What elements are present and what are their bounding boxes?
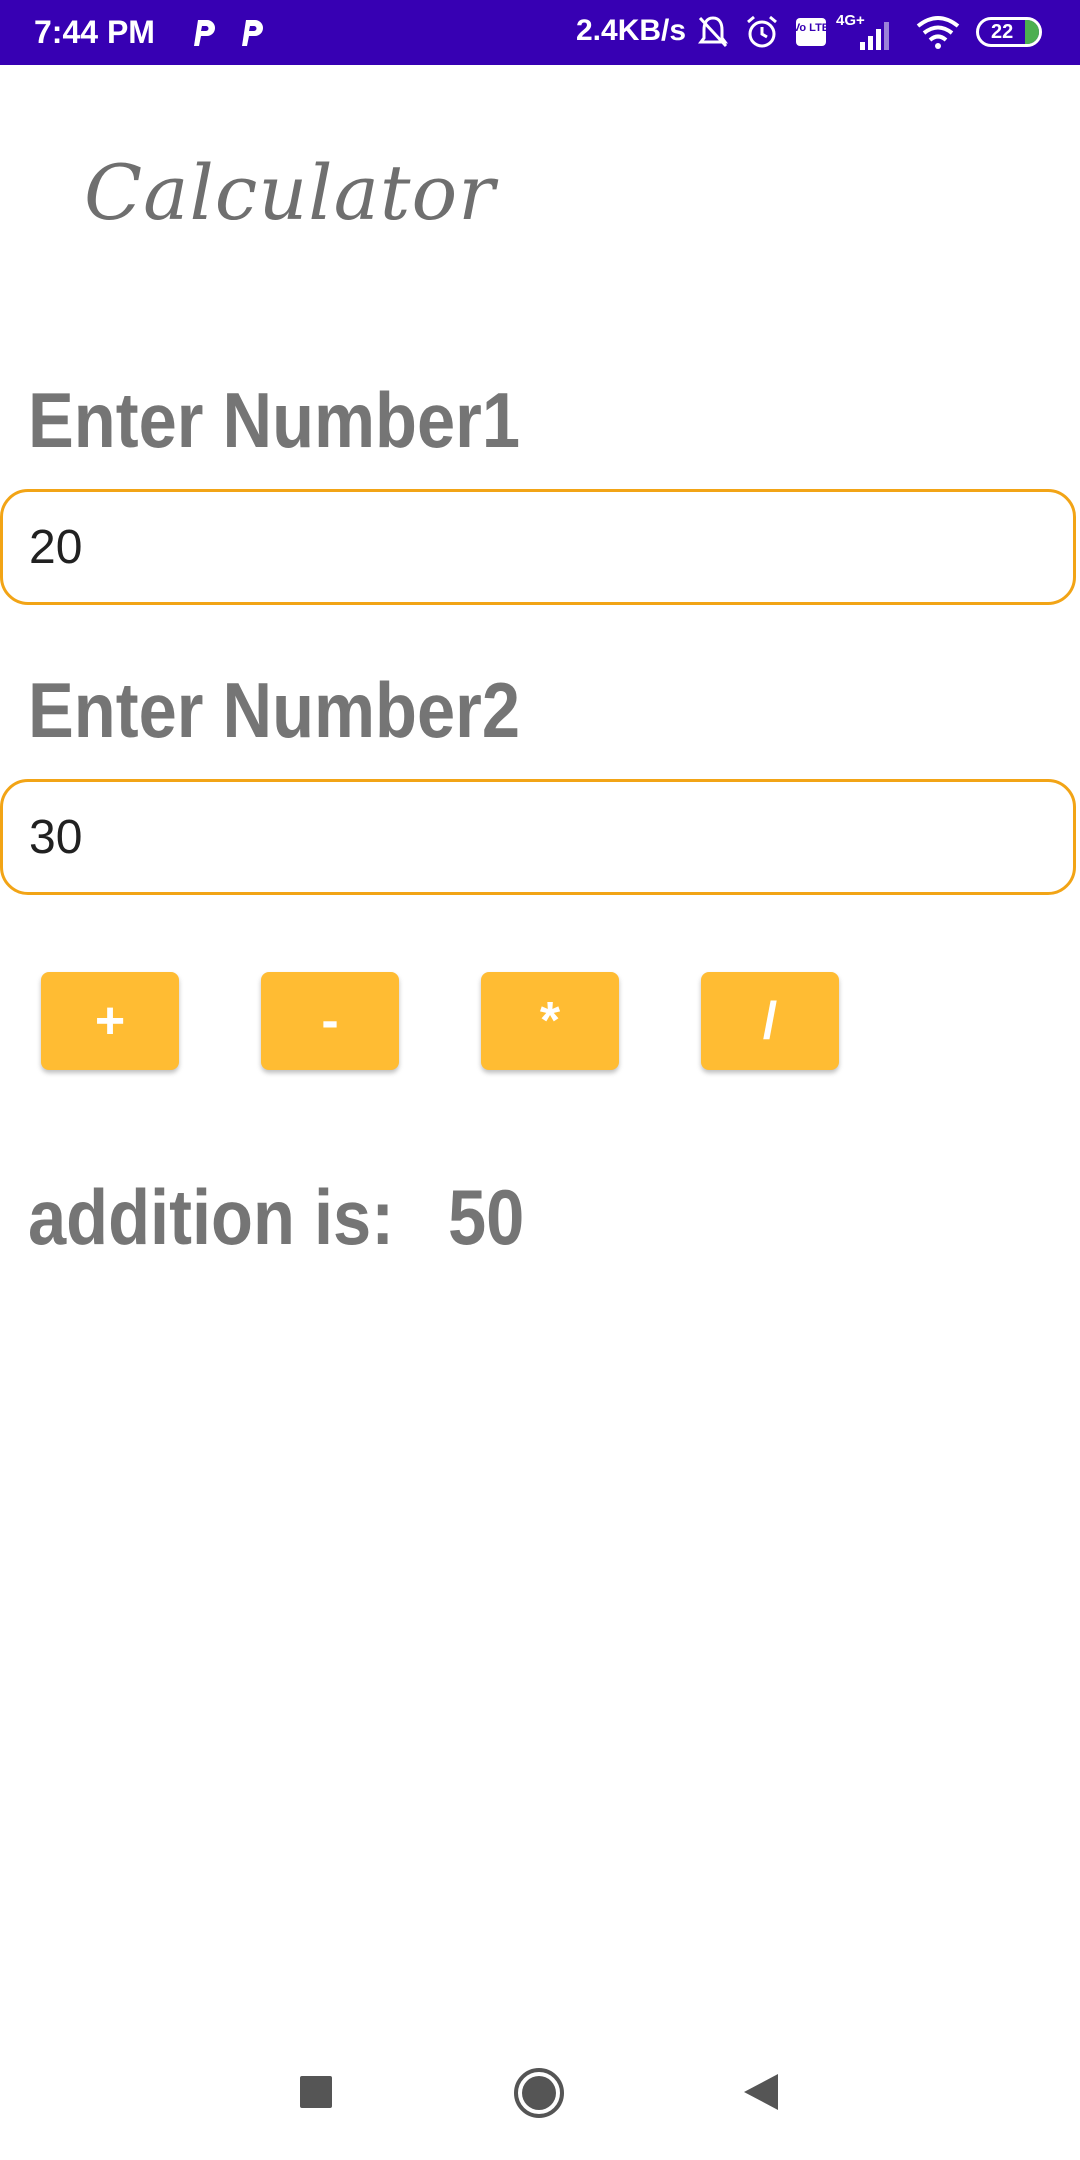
subtract-button[interactable]: -: [261, 972, 399, 1070]
number2-input[interactable]: [29, 782, 1029, 892]
number1-field[interactable]: [0, 489, 1076, 605]
app-title: Calculator: [84, 148, 496, 237]
volte-icon: Vo LTE: [794, 18, 828, 46]
battery-percent: 22: [991, 21, 1014, 43]
navigation-bar: [0, 2040, 1080, 2160]
divide-button[interactable]: /: [701, 972, 839, 1070]
p-notification-icon: [242, 20, 263, 46]
result-label: addition is:: [28, 1173, 395, 1261]
wifi-icon: [916, 16, 960, 49]
alarm-icon: [747, 15, 777, 48]
battery-icon: 22: [976, 17, 1042, 47]
number1-input[interactable]: [29, 492, 1029, 602]
network-speed: 2.4KB/s: [576, 14, 687, 47]
number2-field[interactable]: [0, 779, 1076, 895]
number2-label: Enter Number2: [28, 666, 521, 754]
multiply-button[interactable]: *: [481, 972, 619, 1070]
signal-icon: 4G+: [836, 12, 896, 52]
status-time: 7:44 PM: [34, 14, 155, 50]
signal-bars-icon: [860, 22, 889, 50]
result-value: 50: [448, 1173, 525, 1261]
p-notification-icon: [194, 20, 215, 46]
back-icon[interactable]: [742, 2072, 780, 2112]
volte-text: Vo LTE: [794, 22, 828, 34]
recents-icon[interactable]: [298, 2074, 334, 2110]
mute-bell-icon: [698, 16, 728, 48]
battery-level: [1025, 20, 1039, 44]
number1-label: Enter Number1: [28, 376, 521, 464]
status-bar: 7:44 PM 2.4KB/s Vo LTE 4G+ 22: [0, 0, 1080, 65]
home-icon[interactable]: [512, 2066, 566, 2120]
add-button[interactable]: +: [41, 972, 179, 1070]
